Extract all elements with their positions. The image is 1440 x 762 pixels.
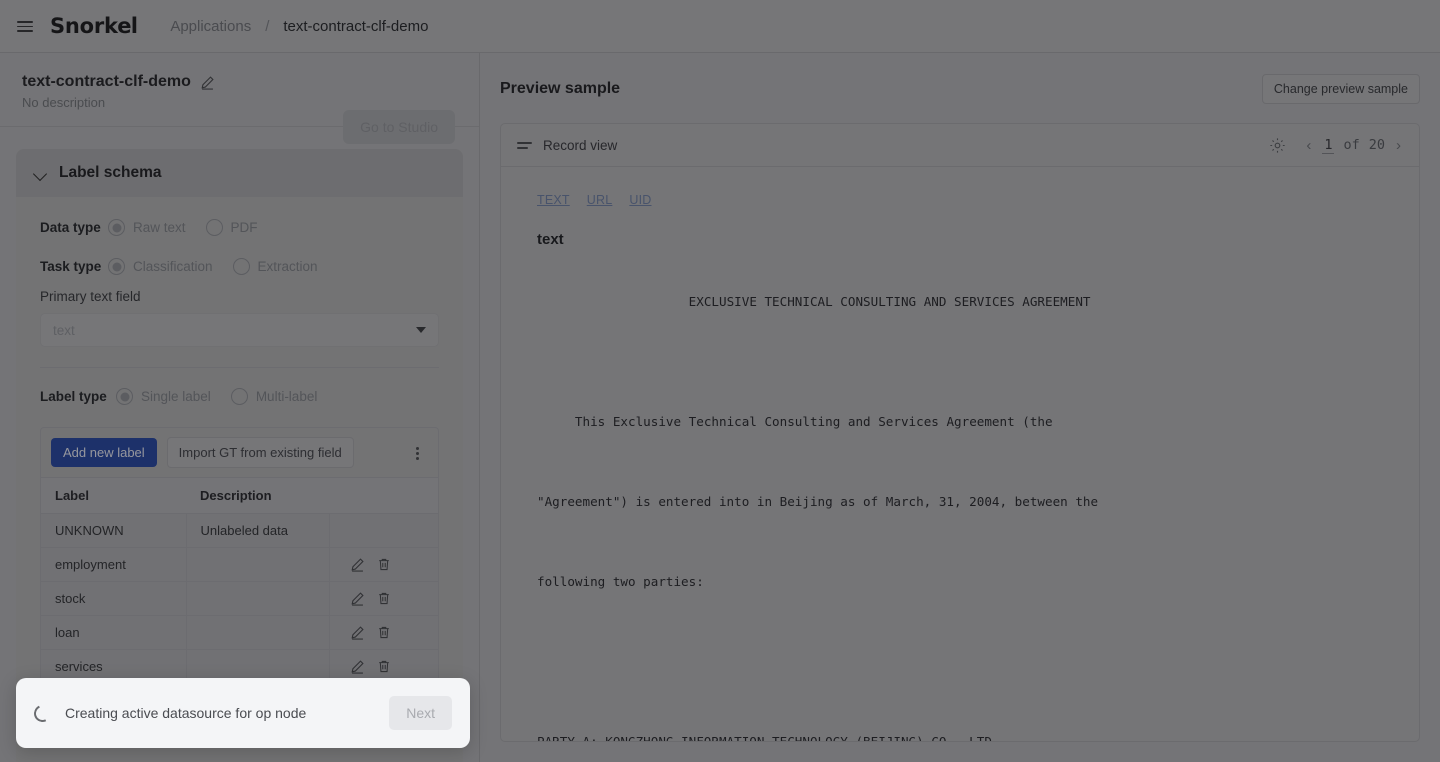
loading-spinner-icon <box>31 702 54 724</box>
modal-overlay <box>0 0 1440 762</box>
app-root: Snorkel Applications / text-contract-clf… <box>0 0 1440 762</box>
loading-toast: Creating active datasource for op node N… <box>16 678 470 748</box>
next-button[interactable]: Next <box>389 696 452 730</box>
toast-message: Creating active datasource for op node <box>65 705 307 721</box>
